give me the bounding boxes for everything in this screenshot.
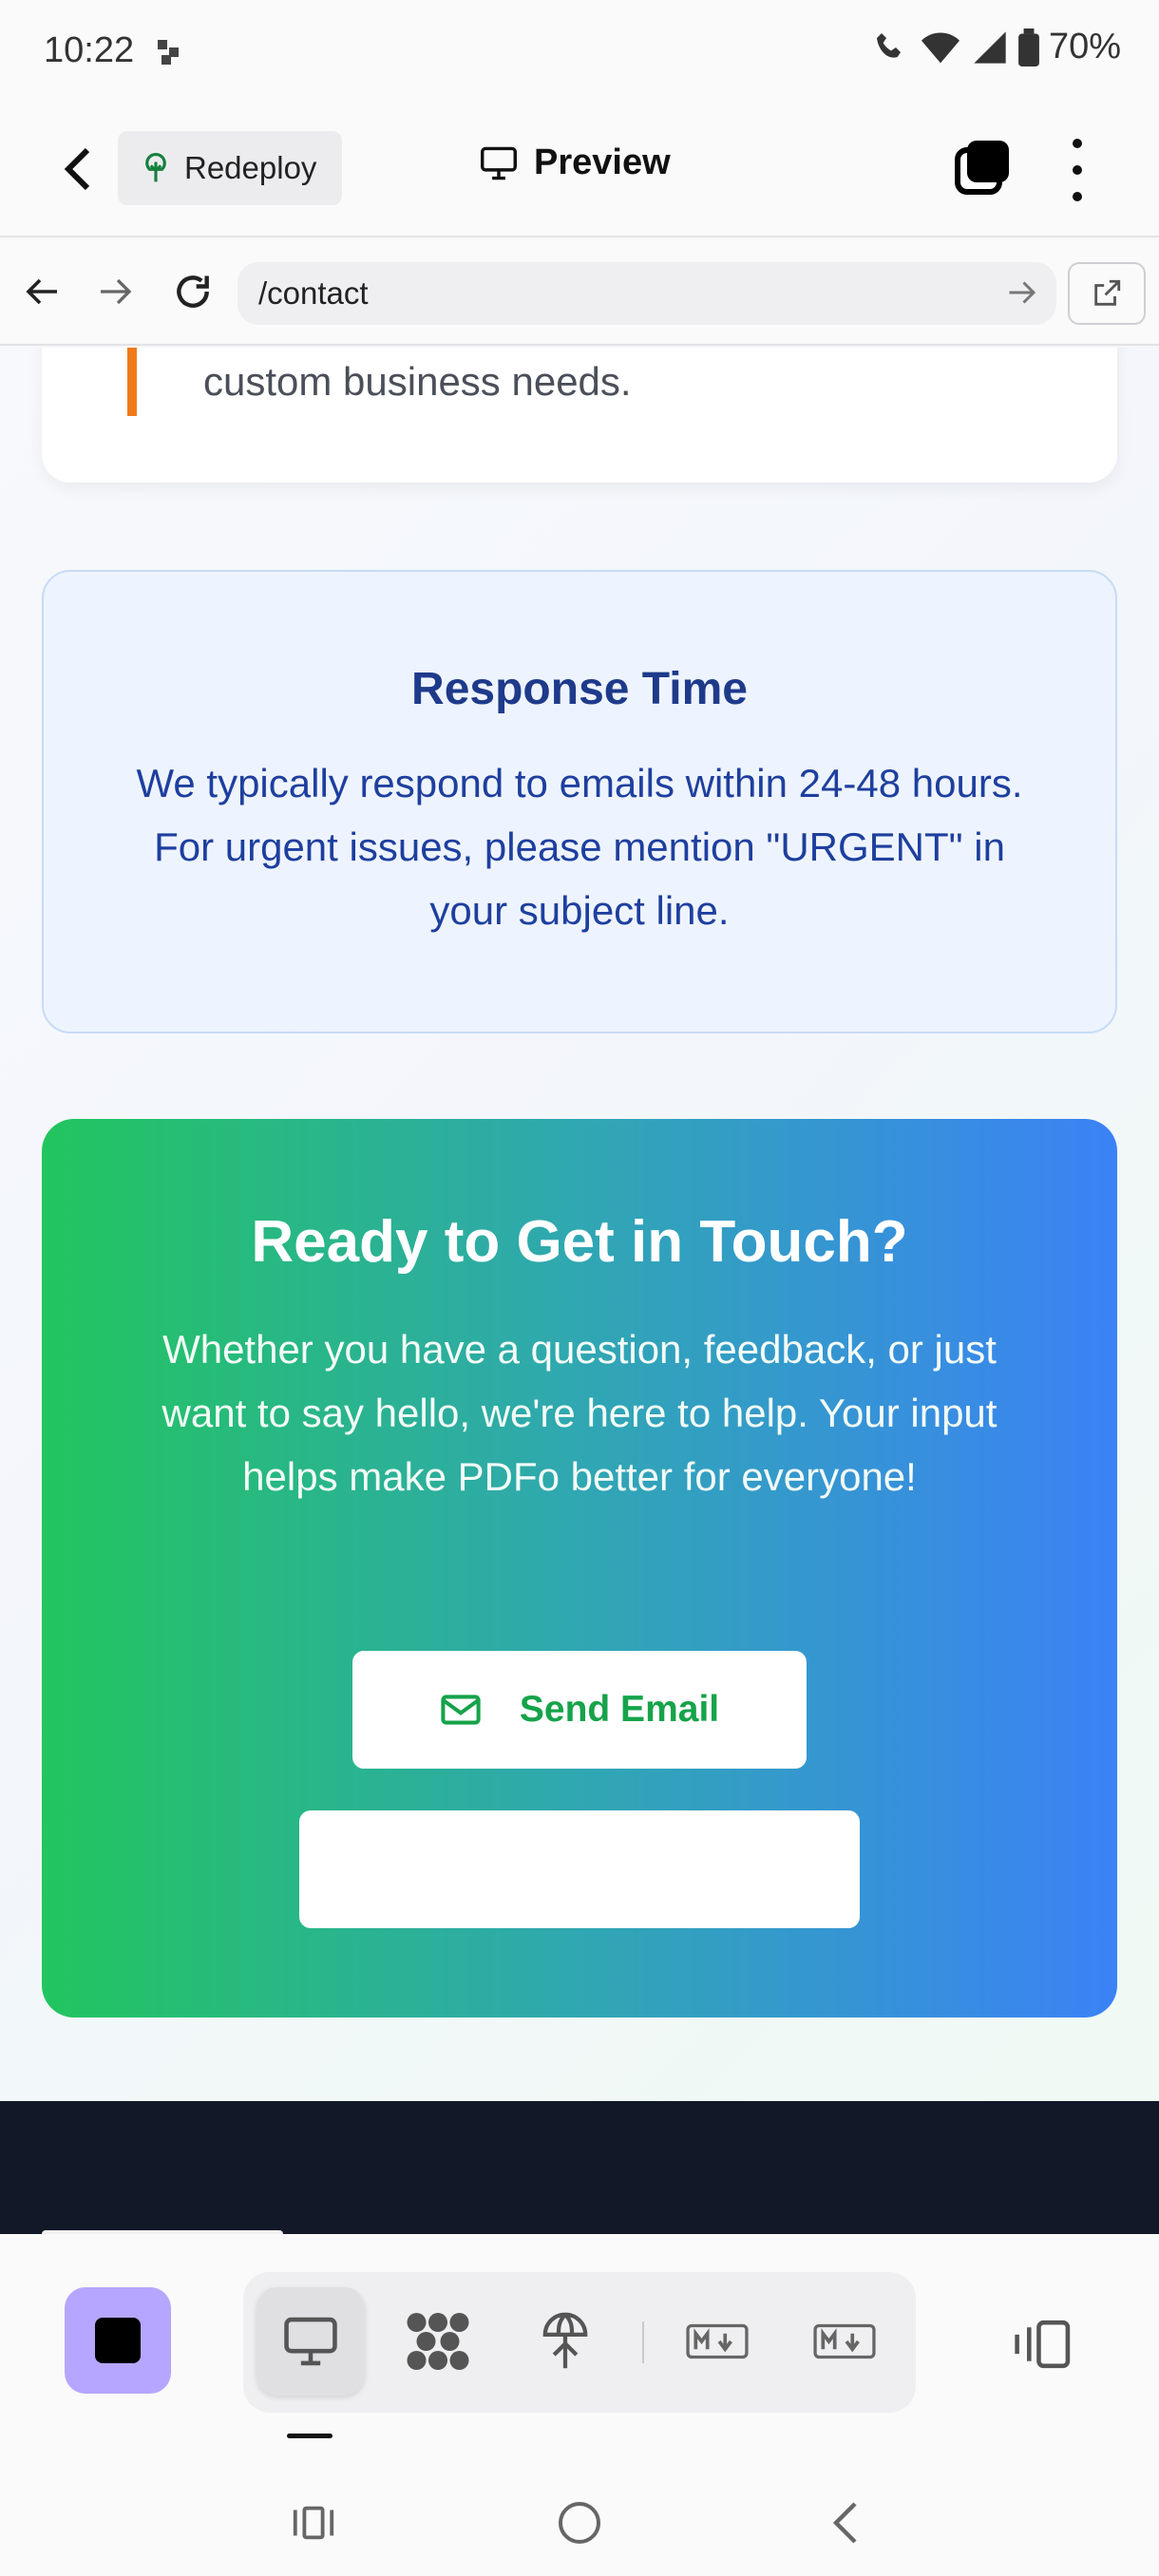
response-time-text: We typically respond to emails within 24… [136, 761, 1023, 933]
battery-level: 70% [1048, 27, 1121, 66]
redeploy-tree-icon [145, 153, 166, 182]
accent-bar [127, 348, 137, 416]
contact-cta: Ready to Get in Touch? Whether you have … [42, 1119, 1117, 2017]
notification-icon [158, 40, 179, 65]
cta-title: Ready to Get in Touch? [251, 1209, 908, 1275]
info-card-text: custom business needs. [203, 359, 632, 404]
recents-icon [293, 2506, 334, 2540]
system-nav-bar [0, 2466, 1159, 2576]
page-content[interactable]: custom business needs. Response Time We … [0, 348, 1159, 2236]
back-button[interactable] [49, 141, 106, 198]
recents-button[interactable] [283, 2492, 344, 2553]
nodes-view-button[interactable] [384, 2287, 492, 2396]
deploy-icon [542, 2312, 588, 2369]
back-icon [64, 147, 90, 191]
active-indicator [287, 2434, 332, 2438]
refresh-button[interactable] [167, 266, 218, 317]
battery-icon [1018, 28, 1039, 66]
bottom-toolbar [0, 2234, 1159, 2466]
mail-icon [441, 1695, 481, 1725]
nav-forward-button[interactable] [89, 266, 141, 317]
markdown-icon [813, 2323, 876, 2359]
view-switcher [243, 2272, 916, 2413]
preview-label: Preview [534, 142, 671, 182]
system-back-button[interactable] [815, 2492, 876, 2553]
send-email-button[interactable]: Send Email [352, 1651, 807, 1769]
device-toggle-button[interactable] [1007, 2310, 1075, 2378]
desktop-icon [284, 2317, 337, 2366]
refresh-icon [177, 275, 209, 308]
layers-icon[interactable] [954, 139, 1011, 196]
nodes-icon [407, 2313, 469, 2370]
secondary-button[interactable] [299, 1810, 860, 1928]
response-time-title: Response Time [411, 664, 748, 714]
markdown-icon [686, 2323, 749, 2359]
signal-icon [974, 30, 1006, 64]
redeploy-label: Redeploy [184, 150, 317, 185]
url-text: /contact [258, 275, 369, 311]
app-header: Redeploy Preview [0, 101, 1159, 237]
preview-title: Preview [479, 142, 671, 183]
stop-icon [95, 2318, 141, 2363]
response-time-card: Response Time We typically respond to em… [42, 570, 1117, 1033]
browser-bar: /contact [0, 239, 1159, 346]
cta-text: Whether you have a question, feedback, o… [162, 1327, 998, 1499]
markdown-export-button[interactable] [790, 2287, 899, 2396]
nav-back-icon [26, 278, 57, 305]
open-external-button[interactable] [1068, 262, 1146, 325]
desktop-view-button[interactable] [256, 2287, 365, 2396]
more-icon[interactable] [1058, 139, 1096, 201]
redeploy-button[interactable]: Redeploy [118, 131, 342, 205]
status-bar: 10:22 70% [0, 0, 1159, 101]
footer [0, 2101, 1159, 2236]
nav-forward-icon [101, 278, 132, 305]
wifi-icon [921, 32, 960, 63]
stop-button[interactable] [65, 2287, 171, 2394]
status-time: 10:22 [44, 30, 135, 70]
device-toggle-icon [1015, 2320, 1071, 2369]
send-email-label: Send Email [519, 1689, 720, 1730]
external-link-icon [1094, 279, 1121, 306]
status-icons: 70% [872, 27, 1121, 67]
deploy-view-button[interactable] [511, 2287, 619, 2396]
url-input[interactable]: /contact [238, 262, 1056, 325]
monitor-icon [481, 146, 517, 180]
home-icon [559, 2502, 600, 2544]
system-back-icon [832, 2502, 857, 2544]
go-arrow-icon[interactable] [1005, 275, 1039, 310]
nav-back-button[interactable] [17, 266, 68, 317]
markdown-view-button[interactable] [663, 2287, 771, 2396]
call-icon [876, 32, 901, 58]
toolbar-divider [642, 2321, 644, 2363]
home-button[interactable] [549, 2492, 610, 2553]
info-card: custom business needs. [42, 348, 1117, 483]
